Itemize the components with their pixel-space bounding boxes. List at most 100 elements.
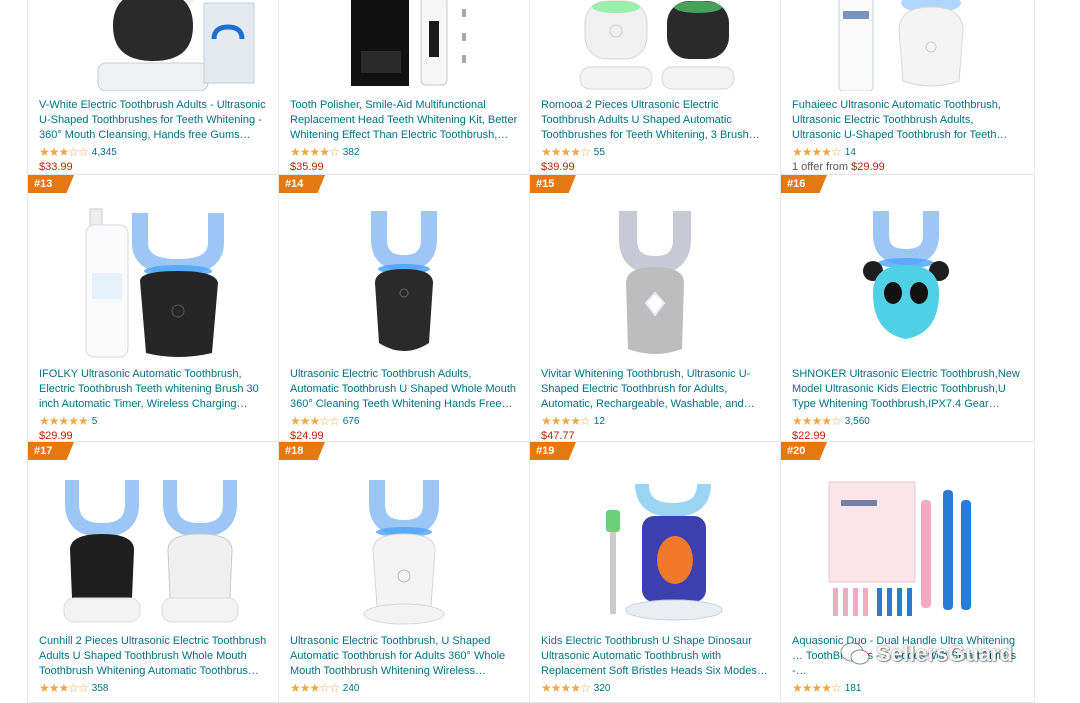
review-count[interactable]: 676 (343, 416, 360, 427)
product-image[interactable] (530, 0, 781, 91)
product-info: IFOLKY Ultrasonic Automatic Toothbrush, … (39, 367, 268, 441)
rating-row[interactable]: ★★★★★ 5 (39, 413, 268, 429)
product-title[interactable]: SHNOKER Ultrasonic Electric Toothbrush,N… (792, 367, 1022, 412)
review-count[interactable]: 358 (92, 683, 109, 694)
star-rating-icon[interactable]: ★★★☆☆ (39, 681, 89, 695)
star-rating-icon[interactable]: ★★★★☆ (290, 145, 340, 159)
rating-row[interactable]: ★★★★☆ 382 (290, 144, 519, 160)
star-rating-icon[interactable]: ★★★★☆ (792, 681, 842, 695)
rank-badge: #14 (279, 175, 325, 193)
rating-row[interactable]: ★★★☆☆ 358 (39, 680, 268, 696)
product-info: Fuhaieec Ultrasonic Automatic Toothbrush… (792, 98, 1022, 173)
product-card[interactable]: #16 SHNOKER Ultrasonic Electric Toothbru… (781, 175, 1032, 441)
rank-badge: #20 (781, 442, 827, 460)
star-rating-icon[interactable]: ★★★☆☆ (290, 681, 340, 695)
star-rating-icon[interactable]: ★★★★☆ (541, 145, 591, 159)
review-count[interactable]: 5 (92, 416, 98, 427)
product-card[interactable]: #15 Vivitar Whitening Toothbrush, Ultras… (530, 175, 781, 441)
product-title[interactable]: Ultrasonic Electric Toothbrush, U Shaped… (290, 634, 519, 679)
wechat-icon (840, 642, 870, 665)
product-card[interactable]: #18 Ultrasonic Electric Toothbrush, U Sh… (279, 442, 530, 702)
star-rating-icon[interactable]: ★★★★★ (39, 414, 89, 428)
product-row: #13 IFOLKY Ultrasonic Automatic Toothbru… (28, 175, 1034, 442)
rank-badge: #15 (530, 175, 576, 193)
review-count[interactable]: 12 (594, 416, 605, 427)
review-count[interactable]: 181 (845, 683, 862, 694)
product-title[interactable]: Vivitar Whitening Toothbrush, Ultrasonic… (541, 367, 770, 412)
product-image[interactable] (279, 470, 530, 630)
product-info: Cunhill 2 Pieces Ultrasonic Electric Too… (39, 634, 268, 696)
product-title[interactable]: Kids Electric Toothbrush U Shape Dinosau… (541, 634, 770, 679)
product-image[interactable] (530, 470, 781, 630)
star-rating-icon[interactable]: ★★★★☆ (541, 414, 591, 428)
product-price: $47.77 (541, 430, 575, 441)
product-price: $35.99 (290, 161, 324, 173)
rating-row[interactable]: ★★★★☆ 14 (792, 144, 1022, 160)
watermark-text: SellersGuard (876, 641, 1013, 666)
rank-badge: #16 (781, 175, 827, 193)
product-info: Romooa 2 Pieces Ultrasonic Electric Toot… (541, 98, 770, 173)
product-row: V-White Electric Toothbrush Adults - Ult… (28, 0, 1034, 175)
product-image[interactable] (530, 203, 781, 363)
review-count[interactable]: 14 (845, 147, 856, 158)
product-title[interactable]: Romooa 2 Pieces Ultrasonic Electric Toot… (541, 98, 770, 143)
product-title[interactable]: Fuhaieec Ultrasonic Automatic Toothbrush… (792, 98, 1022, 143)
product-info: V-White Electric Toothbrush Adults - Ult… (39, 98, 268, 173)
rating-row[interactable]: ★★★★☆ 55 (541, 144, 770, 160)
product-image[interactable] (781, 0, 1032, 91)
product-grid: V-White Electric Toothbrush Adults - Ult… (27, 0, 1035, 703)
offer-text[interactable]: 1 offer from $29.99 (792, 161, 1022, 173)
product-image[interactable] (279, 0, 530, 91)
product-card[interactable]: Fuhaieec Ultrasonic Automatic Toothbrush… (781, 0, 1032, 174)
star-rating-icon[interactable]: ★★★★☆ (792, 414, 842, 428)
product-card[interactable]: #17 Cunhill 2 Pieces Ultrasonic Electric… (28, 442, 279, 702)
product-card[interactable]: #14 Ultrasonic Electric Toothbrush Adult… (279, 175, 530, 441)
product-image[interactable] (28, 0, 279, 91)
product-image[interactable] (781, 203, 1032, 363)
product-card[interactable]: Tooth Polisher, Smile-Aid Multifunctiona… (279, 0, 530, 174)
product-card[interactable]: Romooa 2 Pieces Ultrasonic Electric Toot… (530, 0, 781, 174)
product-image[interactable] (28, 203, 279, 363)
product-info: Ultrasonic Electric Toothbrush, U Shaped… (290, 634, 519, 696)
product-info: Ultrasonic Electric Toothbrush Adults, A… (290, 367, 519, 441)
review-count[interactable]: 4,345 (92, 147, 117, 158)
star-rating-icon[interactable]: ★★★★☆ (541, 681, 591, 695)
rating-row[interactable]: ★★★★☆ 3,560 (792, 413, 1022, 429)
star-rating-icon[interactable]: ★★★☆☆ (39, 145, 89, 159)
product-price: $39.99 (541, 161, 575, 173)
product-card[interactable]: #13 IFOLKY Ultrasonic Automatic Toothbru… (28, 175, 279, 441)
rating-row[interactable]: ★★★★☆ 12 (541, 413, 770, 429)
product-image[interactable] (28, 470, 279, 630)
rank-badge: #13 (28, 175, 74, 193)
rating-row[interactable]: ★★★★☆ 320 (541, 680, 770, 696)
product-title[interactable]: Tooth Polisher, Smile-Aid Multifunctiona… (290, 98, 519, 143)
rating-row[interactable]: ★★★★☆ 181 (792, 680, 1022, 696)
product-price: $24.99 (290, 430, 324, 441)
product-price: $33.99 (39, 161, 73, 173)
review-count[interactable]: 382 (343, 147, 360, 158)
star-rating-icon[interactable]: ★★★★☆ (792, 145, 842, 159)
product-info: Kids Electric Toothbrush U Shape Dinosau… (541, 634, 770, 696)
product-image[interactable] (279, 203, 530, 363)
product-card[interactable]: V-White Electric Toothbrush Adults - Ult… (28, 0, 279, 174)
review-count[interactable]: 55 (594, 147, 605, 158)
product-price: $22.99 (792, 430, 826, 441)
product-title[interactable]: V-White Electric Toothbrush Adults - Ult… (39, 98, 268, 143)
offer-price: $29.99 (851, 161, 885, 173)
product-image[interactable] (781, 470, 1032, 630)
star-rating-icon[interactable]: ★★★☆☆ (290, 414, 340, 428)
rank-badge: #19 (530, 442, 576, 460)
review-count[interactable]: 240 (343, 683, 360, 694)
product-title[interactable]: IFOLKY Ultrasonic Automatic Toothbrush, … (39, 367, 268, 412)
rating-row[interactable]: ★★★☆☆ 676 (290, 413, 519, 429)
rank-badge: #18 (279, 442, 325, 460)
product-card[interactable]: #19 Kids Electric Toothbrush U Shape Din… (530, 442, 781, 702)
product-info: Tooth Polisher, Smile-Aid Multifunctiona… (290, 98, 519, 173)
product-title[interactable]: Ultrasonic Electric Toothbrush Adults, A… (290, 367, 519, 412)
product-title[interactable]: Cunhill 2 Pieces Ultrasonic Electric Too… (39, 634, 268, 679)
rating-row[interactable]: ★★★☆☆ 240 (290, 680, 519, 696)
rating-row[interactable]: ★★★☆☆ 4,345 (39, 144, 268, 160)
review-count[interactable]: 320 (594, 683, 611, 694)
watermark: SellersGuard (840, 641, 1013, 667)
review-count[interactable]: 3,560 (845, 416, 870, 427)
